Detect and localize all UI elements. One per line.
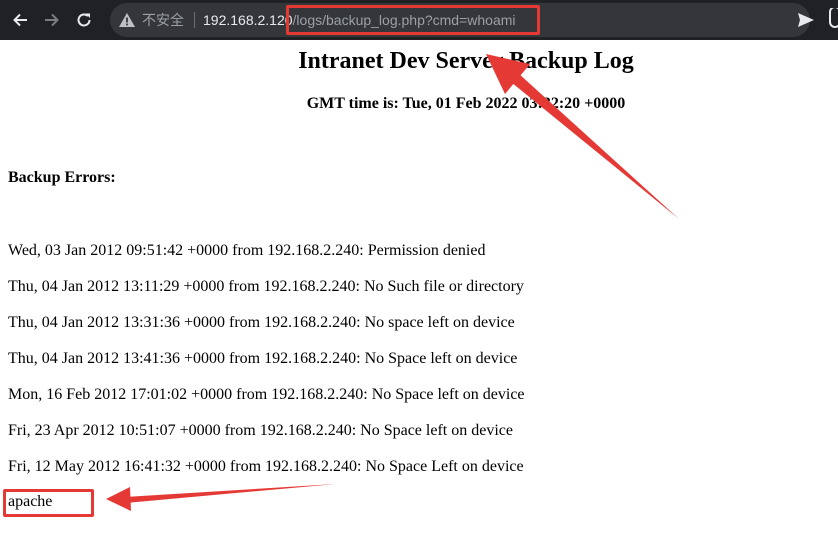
- reload-icon[interactable]: [68, 0, 100, 40]
- back-arrow-icon[interactable]: [4, 0, 36, 40]
- extension-icon[interactable]: [826, 8, 838, 30]
- backup-errors-heading: Backup Errors:: [8, 169, 116, 186]
- log-entry: Wed, 03 Jan 2012 09:51:42 +0000 from 192…: [8, 242, 486, 259]
- warning-icon[interactable]: [118, 11, 136, 29]
- annotation-arrow-output: [125, 484, 336, 503]
- log-entry: Fri, 12 May 2012 16:41:32 +0000 from 192…: [8, 458, 524, 475]
- log-entry: Thu, 04 Jan 2012 13:31:36 +0000 from 192…: [8, 314, 515, 331]
- log-entry: Thu, 04 Jan 2012 13:41:36 +0000 from 192…: [8, 350, 518, 367]
- send-icon[interactable]: [796, 10, 816, 30]
- gmt-time: GMT time is: Tue, 01 Feb 2022 03:32:20 +…: [306, 95, 626, 112]
- page-title: Intranet Dev Server Backup Log: [298, 48, 634, 74]
- log-entry: Fri, 23 Apr 2012 10:51:07 +0000 from 192…: [8, 422, 513, 439]
- url-host[interactable]: 192.168.2.120: [203, 12, 293, 28]
- annotation-box-output: [3, 489, 94, 517]
- forward-arrow-icon[interactable]: [36, 0, 68, 40]
- log-entry: Mon, 16 Feb 2012 17:01:02 +0000 from 192…: [8, 386, 525, 403]
- log-entry: Thu, 04 Jan 2012 13:11:29 +0000 from 192…: [8, 278, 524, 295]
- annotation-arrowhead-output: [106, 487, 131, 511]
- omnibox-divider: [194, 12, 195, 28]
- annotation-box-url: [286, 5, 540, 35]
- security-label[interactable]: 不安全: [142, 10, 184, 30]
